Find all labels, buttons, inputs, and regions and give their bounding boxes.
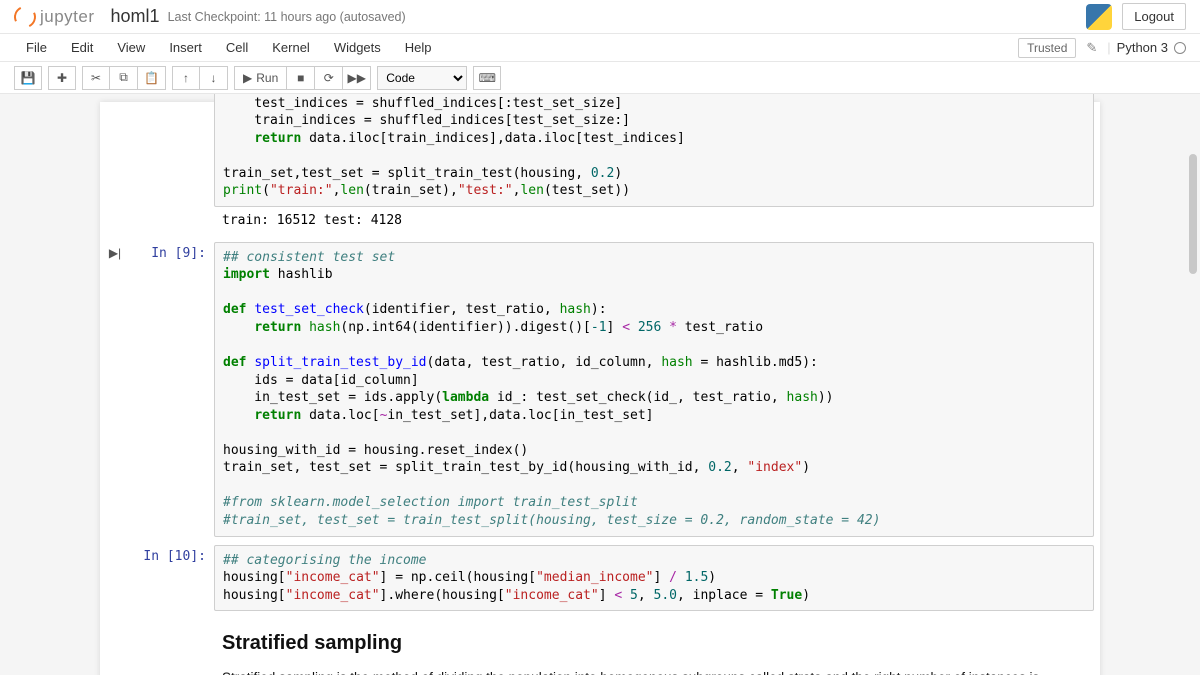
cell-output: train: 16512 test: 4128 [214, 207, 1094, 234]
restart-button[interactable]: ⟳ [315, 66, 343, 90]
kernel-indicator[interactable]: Python 3 [1117, 40, 1186, 55]
code-cell[interactable]: ▶| In [9]: ## consistent test set import… [106, 240, 1094, 539]
prompt-in [124, 94, 214, 234]
add-cell-button[interactable]: ✚ [48, 66, 76, 90]
prompt-md [124, 619, 214, 675]
cut-button[interactable]: ✂ [82, 66, 110, 90]
run-this-cell-icon[interactable]: ▶| [106, 242, 124, 537]
prompt-in: In [9]: [124, 242, 214, 537]
notebook-container: test_set_size = int(len(data) * test_rat… [0, 94, 1200, 675]
checkpoint-text: Last Checkpoint: 11 hours ago (autosaved… [168, 10, 406, 24]
prompt-in: In [10]: [124, 545, 214, 612]
code-cell[interactable]: In [10]: ## categorising the income hous… [106, 543, 1094, 614]
paste-button[interactable]: 📋 [138, 66, 166, 90]
cell-type-select[interactable]: Code [377, 66, 467, 90]
move-up-button[interactable]: ↑ [172, 66, 200, 90]
toolbar: 💾 ✚ ✂ ⧉ 📋 ↑ ↓ ▶Run ■ ⟳ ▶▶ Code ⌨ [0, 62, 1200, 94]
header: jupyter homl1 Last Checkpoint: 11 hours … [0, 0, 1200, 34]
code-input[interactable]: ## consistent test set import hashlib de… [214, 242, 1094, 537]
stop-button[interactable]: ■ [287, 66, 315, 90]
cell-gutter [106, 545, 124, 612]
python-icon [1086, 4, 1112, 30]
jupyter-logo[interactable]: jupyter [14, 6, 95, 28]
logout-button[interactable]: Logout [1122, 3, 1186, 30]
copy-button[interactable]: ⧉ [110, 66, 138, 90]
code-input[interactable]: test_set_size = int(len(data) * test_rat… [214, 94, 1094, 207]
kernel-name: Python 3 [1117, 40, 1168, 55]
vertical-scrollbar[interactable] [1189, 154, 1197, 274]
save-button[interactable]: 💾 [14, 66, 42, 90]
menu-view[interactable]: View [105, 36, 157, 59]
notebook-name[interactable]: homl1 [111, 6, 160, 27]
code-input[interactable]: ## categorising the income housing["inco… [214, 545, 1094, 612]
edit-icon[interactable]: ✎ [1082, 40, 1101, 56]
command-palette-button[interactable]: ⌨ [473, 66, 501, 90]
trusted-indicator[interactable]: Trusted [1018, 38, 1076, 58]
move-down-button[interactable]: ↓ [200, 66, 228, 90]
menu-widgets[interactable]: Widgets [322, 36, 393, 59]
markdown-heading: Stratified sampling [222, 629, 1086, 658]
menu-insert[interactable]: Insert [157, 36, 214, 59]
markdown-cell[interactable]: Stratified sampling Stratified sampling … [106, 617, 1094, 675]
jupyter-icon [11, 2, 39, 30]
cell-gutter [106, 619, 124, 675]
menu-edit[interactable]: Edit [59, 36, 105, 59]
run-button[interactable]: ▶Run [234, 66, 287, 90]
run-icon: ▶ [243, 71, 252, 85]
menubar: File Edit View Insert Cell Kernel Widget… [0, 34, 1200, 62]
menu-cell[interactable]: Cell [214, 36, 260, 59]
logo-text: jupyter [40, 7, 95, 27]
menu-file[interactable]: File [14, 36, 59, 59]
markdown-text: Stratified sampling is the method of div… [222, 668, 1086, 675]
code-cell[interactable]: test_set_size = int(len(data) * test_rat… [106, 94, 1094, 236]
menu-kernel[interactable]: Kernel [260, 36, 322, 59]
cell-gutter [106, 94, 124, 234]
kernel-status-icon [1174, 42, 1186, 54]
menu-help[interactable]: Help [393, 36, 444, 59]
restart-run-all-button[interactable]: ▶▶ [343, 66, 371, 90]
